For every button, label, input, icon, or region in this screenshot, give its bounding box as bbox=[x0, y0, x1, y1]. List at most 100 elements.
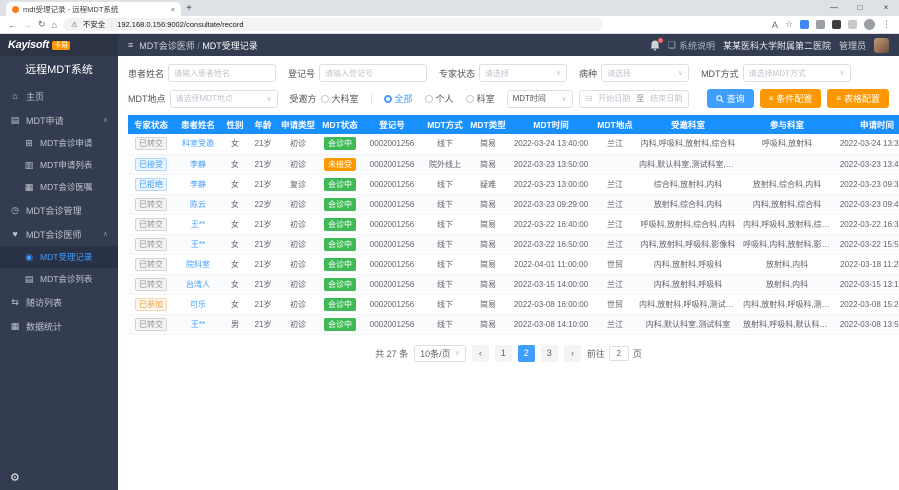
page-button-3[interactable]: 3 bbox=[541, 345, 558, 362]
table-config-button[interactable]: ≡ 表格配置 bbox=[827, 89, 889, 108]
extension-icon-2[interactable] bbox=[816, 20, 825, 29]
page-size-select[interactable]: 10条/页 ∨ bbox=[414, 345, 466, 362]
cell-mdt_type: 简易 bbox=[468, 134, 508, 154]
cell-apply_type: 初诊 bbox=[278, 134, 318, 154]
patient-name-link[interactable]: 王** bbox=[191, 320, 205, 329]
col-apply-time: 申请时间 bbox=[834, 115, 899, 134]
sidebar-footer: ⚙ bbox=[0, 464, 118, 490]
new-tab-button[interactable]: + bbox=[181, 2, 197, 16]
chevron-down-icon: ∨ bbox=[556, 69, 561, 77]
condition-config-button[interactable]: ≡ 条件配置 bbox=[760, 89, 822, 108]
document-icon: ▤ bbox=[10, 115, 20, 126]
mdt-mode-select[interactable]: 请选择MDT方式 ∨ bbox=[743, 64, 851, 82]
filter-row-1: 患者姓名 登记号 专家状态 请选择 ∨ bbox=[128, 64, 889, 82]
filter-invitee: 受邀方 大科室 全部 个人 bbox=[290, 92, 503, 105]
cell-gender: 男 bbox=[222, 314, 248, 334]
cell-participating_depts: 放射科,内科 bbox=[740, 274, 834, 294]
hamburger-icon[interactable]: ≡ bbox=[128, 40, 133, 50]
list-icon: ▥ bbox=[24, 160, 34, 171]
bell-icon[interactable] bbox=[650, 40, 660, 51]
cell-mdt_status: 会诊中 bbox=[318, 234, 362, 254]
patient-name-link[interactable]: 李静 bbox=[190, 160, 206, 169]
translate-icon[interactable]: A bbox=[772, 20, 778, 30]
expert-status-badge: 已参加 bbox=[135, 298, 167, 311]
extension-icon-4[interactable] bbox=[848, 20, 857, 29]
tab-title: mdt受理记录 - 远程MDT系统 bbox=[23, 4, 167, 15]
radio-dept[interactable]: 科室 bbox=[466, 92, 495, 105]
radio-label: 个人 bbox=[436, 92, 454, 105]
app-frame: Kayisoft 卡易 远程MDT系统 ⌂ 主页 ▤ MDT申请 ∧ ⊞ MDT… bbox=[0, 34, 899, 490]
patient-name-link[interactable]: 陈云 bbox=[190, 200, 206, 209]
cell-apply_type: 初诊 bbox=[278, 194, 318, 214]
sidebar-item-apply-list[interactable]: ▥ MDT申请列表 bbox=[0, 154, 118, 176]
page-button-2[interactable]: 2 bbox=[518, 345, 535, 362]
extension-icon-3[interactable] bbox=[832, 20, 841, 29]
sidebar-item-follow-list[interactable]: ⇆ 随访列表 bbox=[0, 290, 118, 314]
patient-name-link[interactable]: 可乐 bbox=[190, 300, 206, 309]
filter-mdt-mode: MDT方式 请选择MDT方式 ∨ bbox=[701, 64, 851, 82]
browser-tab[interactable]: mdt受理记录 - 远程MDT系统 × bbox=[6, 2, 181, 16]
user-avatar[interactable] bbox=[874, 38, 889, 53]
mdt-place-select[interactable]: 请选择MDT地点 ∨ bbox=[170, 90, 278, 108]
disease-select[interactable]: 请选择 ∨ bbox=[601, 64, 689, 82]
patient-name-link[interactable]: 院科室 bbox=[186, 260, 210, 269]
sidebar-item-accept-record[interactable]: ◉ MDT受理记录 bbox=[0, 246, 118, 268]
sidebar-item-home[interactable]: ⌂ 主页 bbox=[0, 84, 118, 108]
radio-all[interactable]: 全部 bbox=[384, 92, 413, 105]
mdt-status-badge: 会诊中 bbox=[324, 137, 356, 150]
browser-profile-avatar[interactable] bbox=[864, 19, 875, 30]
cell-mdt_place: 兰江 bbox=[594, 234, 636, 254]
gear-icon[interactable]: ⚙ bbox=[10, 471, 20, 484]
reg-no-input[interactable] bbox=[325, 69, 421, 78]
forward-icon[interactable]: → bbox=[23, 20, 32, 30]
sidebar-item-label: 数据统计 bbox=[26, 320, 62, 333]
cell-patient_name: 可乐 bbox=[174, 294, 222, 314]
radio-personal[interactable]: 个人 bbox=[425, 92, 454, 105]
window-close-icon[interactable]: × bbox=[873, 0, 899, 15]
patient-name-input[interactable] bbox=[174, 69, 270, 78]
chevron-down-icon: ∨ bbox=[266, 95, 271, 103]
cell-mdt_time: 2022-03-24 13:40:00 bbox=[508, 134, 594, 154]
bookmark-star-icon[interactable]: ☆ bbox=[785, 19, 793, 30]
system-note-link[interactable]: ❏ 系统说明 bbox=[668, 39, 715, 52]
cell-mdt_status: 未接受 bbox=[318, 154, 362, 174]
home-icon[interactable]: ⌂ bbox=[52, 20, 57, 30]
filter-divider bbox=[371, 93, 372, 105]
patient-name-link[interactable]: 李静 bbox=[190, 180, 206, 189]
sidebar-item-consult-order[interactable]: ▦ MDT会诊医嘱 bbox=[0, 176, 118, 198]
sidebar-item-consult-doctor[interactable]: ♥ MDT会诊医师 ∧ bbox=[0, 222, 118, 246]
filter-reg-no: 登记号 bbox=[288, 64, 427, 82]
goto-page-input[interactable] bbox=[609, 346, 629, 361]
extension-icon-1[interactable] bbox=[800, 20, 809, 29]
sidebar-item-consult-mgmt[interactable]: ◷ MDT会诊管理 bbox=[0, 198, 118, 222]
sidebar-item-consult-list[interactable]: ▤ MDT会诊列表 bbox=[0, 268, 118, 290]
url-field[interactable]: ⚠ 不安全 | 192.168.0.156:9002/consultate/re… bbox=[63, 18, 603, 31]
patient-name-link[interactable]: 科室受邀 bbox=[182, 139, 214, 148]
patient-name-link[interactable]: 王** bbox=[191, 240, 205, 249]
search-button[interactable]: 查询 bbox=[707, 89, 754, 108]
browser-menu-icon[interactable]: ⋮ bbox=[882, 19, 891, 30]
date-range-picker[interactable]: ⊟ 开始日期 至 结束日期 bbox=[579, 90, 690, 108]
sidebar-item-mdt-apply[interactable]: ▤ MDT申请 ∧ bbox=[0, 108, 118, 132]
expert-status-select[interactable]: 请选择 ∨ bbox=[479, 64, 567, 82]
sidebar-item-apply-consult[interactable]: ⊞ MDT会诊申请 bbox=[0, 132, 118, 154]
radio-big-dept[interactable]: 大科室 bbox=[321, 92, 359, 105]
cell-age: 21岁 bbox=[248, 214, 278, 234]
sidebar-item-label: 主页 bbox=[26, 90, 44, 103]
mdt-time-select[interactable]: MDT时间 ∨ bbox=[507, 90, 573, 108]
cell-invited_depts: 内科,默认科室,测试科室,放射科 bbox=[636, 154, 740, 174]
filter-buttons: 查询 ≡ 条件配置 ≡ 表格配置 bbox=[707, 89, 889, 108]
sidebar-item-stats[interactable]: ▦ 数据统计 bbox=[0, 314, 118, 338]
mdt-status-badge: 会诊中 bbox=[324, 198, 356, 211]
window-minimize-icon[interactable]: — bbox=[821, 0, 847, 15]
page-button-1[interactable]: 1 bbox=[495, 345, 512, 362]
patient-name-link[interactable]: 台湾人 bbox=[186, 280, 210, 289]
back-icon[interactable]: ← bbox=[8, 20, 17, 30]
window-maximize-icon[interactable]: □ bbox=[847, 0, 873, 15]
prev-page-button[interactable]: ‹ bbox=[472, 345, 489, 362]
patient-name-link[interactable]: 王** bbox=[191, 220, 205, 229]
tab-close-icon[interactable]: × bbox=[171, 5, 175, 14]
next-page-button[interactable]: › bbox=[564, 345, 581, 362]
sidebar: Kayisoft 卡易 远程MDT系统 ⌂ 主页 ▤ MDT申请 ∧ ⊞ MDT… bbox=[0, 34, 118, 490]
refresh-icon[interactable]: ↻ bbox=[38, 19, 46, 30]
